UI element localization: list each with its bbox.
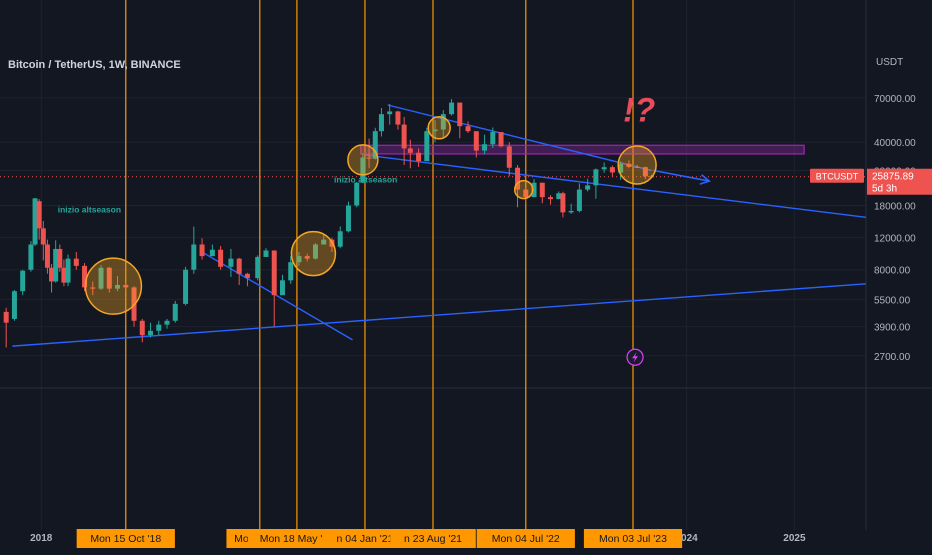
- highlight-circle: [513, 179, 534, 200]
- marker-label-text: n 04 Jan '21: [337, 533, 394, 545]
- candle-body: [506, 146, 512, 168]
- candle-body: [57, 248, 63, 268]
- price-tick-label: 3900.00: [874, 323, 911, 334]
- marker-label-text: Mon 04 Jul '22: [492, 533, 560, 545]
- annotation-label: inizio altseason: [334, 175, 397, 185]
- price-chart[interactable]: inizio altseason inizio altseason!? 70000…: [0, 0, 932, 550]
- candle-body: [191, 244, 197, 270]
- candle-body: [593, 169, 599, 186]
- grid-lines: [0, 0, 932, 530]
- price-scale[interactable]: 70000.0040000.0028000.0018000.0012000.00…: [810, 94, 932, 363]
- candle-body: [449, 102, 455, 115]
- candle-body: [183, 269, 189, 304]
- price-tick-label: 5500.00: [874, 295, 911, 306]
- candle-body: [148, 330, 154, 336]
- candle-body: [345, 205, 351, 232]
- price-tick-label: 18000.00: [874, 201, 916, 212]
- candle-body: [387, 111, 393, 115]
- time-axis[interactable]: 201820242025023Mon 15 Oct '18Mon 21 OcMo…: [30, 529, 806, 548]
- candle-body: [139, 320, 145, 336]
- candle-body: [263, 250, 269, 257]
- candle-body: [156, 324, 162, 331]
- symbol-title: Bitcoin / TetherUS, 1W, BINANCE: [8, 59, 181, 71]
- candle-body: [395, 111, 401, 125]
- candle-body: [209, 249, 215, 257]
- candle-body: [424, 131, 430, 162]
- candle-body: [337, 231, 343, 247]
- candle-body: [585, 185, 591, 190]
- price-badge-value: 25875.89: [872, 172, 914, 183]
- candle-body: [482, 144, 488, 151]
- price-tick-label: 8000.00: [874, 266, 911, 277]
- candle-body: [498, 132, 504, 147]
- highlight-circle: [617, 145, 657, 185]
- candle-body: [539, 182, 545, 198]
- candle-body: [601, 167, 607, 170]
- time-tick-label: 2018: [30, 533, 53, 544]
- candle-body: [271, 250, 277, 296]
- candle-body: [20, 270, 26, 292]
- highlight-circle: [290, 230, 337, 277]
- candle-body: [576, 189, 582, 211]
- candle-body: [236, 258, 242, 274]
- marker-label-text: Mon 15 Oct '18: [90, 533, 161, 545]
- price-tick-label: 2700.00: [874, 352, 911, 363]
- highlight-circle: [427, 116, 451, 140]
- candle-body: [244, 273, 250, 279]
- candle-body: [172, 303, 178, 321]
- symbol-badge-text: BTCUSDT: [816, 172, 859, 182]
- chart-stage: inizio altseason inizio altseason!? 70000…: [0, 0, 932, 550]
- arrow-shaft: [653, 169, 710, 182]
- candle-body: [228, 258, 234, 267]
- time-tick-label: 2025: [783, 533, 806, 544]
- candle-body: [218, 249, 224, 267]
- candle-body: [11, 291, 17, 319]
- candle-body: [199, 244, 205, 257]
- candle-body: [255, 256, 261, 279]
- candle-body: [288, 262, 294, 281]
- price-tick-label: 12000.00: [874, 234, 916, 245]
- trendline: [364, 154, 867, 219]
- annotation-label: inizio altseason: [58, 204, 121, 214]
- candle-body: [568, 210, 574, 213]
- candle-body: [36, 201, 42, 229]
- candle-body: [354, 182, 360, 206]
- price-badge-countdown: 5d 3h: [872, 184, 897, 195]
- candle-body: [65, 258, 71, 283]
- candle-body: [457, 102, 463, 127]
- candle-body: [73, 258, 79, 266]
- candle-body: [416, 152, 422, 162]
- price-tick-label: 40000.00: [874, 138, 916, 149]
- candle-body: [279, 280, 285, 296]
- currency-label: USDT: [876, 57, 904, 68]
- candle-body: [473, 131, 479, 151]
- annotations: inizio altseason inizio altseason!?: [58, 91, 655, 366]
- highlight-circle: [347, 144, 379, 176]
- candle-body: [378, 114, 384, 132]
- marker-label-text: n 23 Aug '21: [404, 533, 462, 545]
- candle-body: [40, 228, 46, 245]
- candle-body: [28, 244, 34, 270]
- candle-body: [44, 244, 50, 268]
- price-tick-label: 70000.00: [874, 94, 916, 105]
- exclaim-mark: !?: [623, 91, 655, 129]
- candle-body: [548, 197, 554, 200]
- candle-body: [164, 320, 170, 325]
- marker-label-text: Mon 03 Jul '23: [599, 533, 667, 545]
- vertical-markers: [125, 0, 634, 530]
- candle-body: [560, 193, 566, 213]
- candle-body: [465, 126, 471, 132]
- candle-body: [401, 124, 407, 149]
- candle-body: [490, 132, 496, 145]
- highlight-circle: [84, 257, 143, 315]
- candle-body: [3, 311, 9, 323]
- candle-body: [609, 167, 615, 173]
- candle-body: [407, 148, 413, 153]
